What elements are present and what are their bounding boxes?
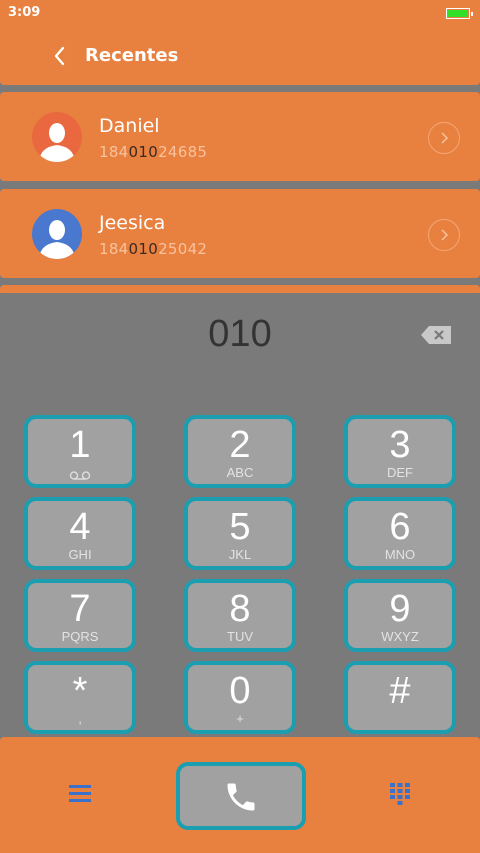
phone-icon [227, 783, 255, 811]
chevron-right-icon [441, 229, 449, 241]
call-button[interactable] [176, 762, 306, 830]
details-button[interactable] [428, 122, 460, 154]
key-7[interactable]: 7 PQRS [24, 579, 136, 652]
key-2[interactable]: 2 ABC [184, 415, 296, 488]
contact-number: 18401025042 [99, 240, 208, 258]
key-0[interactable]: 0 + [184, 661, 296, 734]
dialpad-icon [390, 783, 410, 805]
chevron-right-icon [441, 132, 449, 144]
bottom-bar [0, 737, 480, 853]
backspace-icon [421, 326, 451, 344]
status-bar: 3:09 [0, 0, 480, 28]
key-3[interactable]: 3 DEF [344, 415, 456, 488]
chevron-left-icon [54, 46, 65, 66]
contact-name: Daniel [99, 115, 160, 137]
key-8[interactable]: 8 TUV [184, 579, 296, 652]
menu-icon [69, 785, 91, 802]
contact-card-jeesica[interactable]: Jeesica 18401025042 [0, 189, 480, 278]
avatar [32, 112, 82, 162]
key-1[interactable]: 1 [24, 415, 136, 488]
list-edge [0, 285, 480, 293]
key-star[interactable]: * , [24, 661, 136, 734]
dialed-number: 010 [208, 313, 272, 355]
menu-button[interactable] [66, 781, 94, 807]
avatar [32, 209, 82, 259]
header: Recentes [0, 28, 480, 85]
key-hash[interactable]: # [344, 661, 456, 734]
key-4[interactable]: 4 GHI [24, 497, 136, 570]
voicemail-icon [28, 468, 132, 483]
dialpad-toggle-button[interactable] [388, 781, 412, 809]
details-button[interactable] [428, 219, 460, 251]
key-9[interactable]: 9 WXYZ [344, 579, 456, 652]
contact-number: 18401024685 [99, 143, 208, 161]
key-5[interactable]: 5 JKL [184, 497, 296, 570]
dial-pad: 010 1 2 ABC 3 DEF 4 GHI 5 JKL 6 MNO 7 PQ… [0, 293, 480, 737]
key-6[interactable]: 6 MNO [344, 497, 456, 570]
page-title: Recentes [85, 45, 179, 66]
contact-card-daniel[interactable]: Daniel 18401024685 [0, 92, 480, 181]
status-time: 3:09 [8, 5, 41, 20]
backspace-button[interactable] [420, 325, 452, 345]
contact-name: Jeesica [99, 212, 166, 234]
back-button[interactable] [50, 44, 70, 68]
battery-icon [446, 8, 473, 19]
